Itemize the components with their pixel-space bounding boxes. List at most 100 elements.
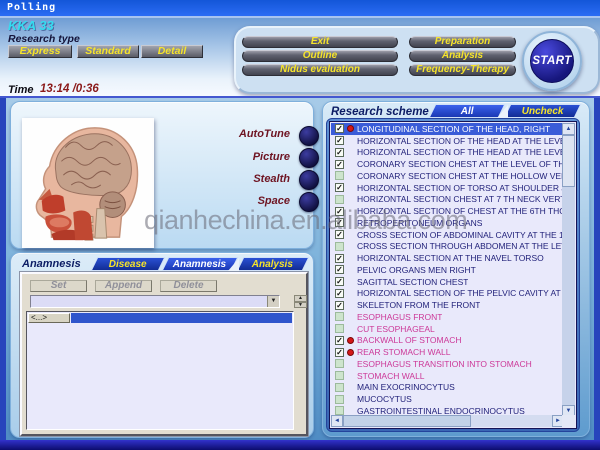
head-anatomy-image (22, 118, 154, 248)
checkbox-icon[interactable]: ✓ (335, 124, 344, 133)
research-item-label: HORIZONTAL SECTION CHEST AT 7 TH NECK VE… (357, 194, 564, 204)
tab-uncheck[interactable]: Uncheck (504, 104, 582, 118)
research-item-label: SAGITTAL SECTION CHEST (357, 277, 468, 287)
window-titlebar[interactable]: Polling (0, 0, 600, 16)
research-list-item[interactable]: CROSS SECTION THROUGH ABDOMEN AT THE LEV… (331, 241, 564, 253)
space-button[interactable] (299, 192, 319, 212)
stealth-button[interactable] (299, 170, 319, 190)
research-list-item[interactable]: ✓ CROSS SECTION OF ABDOMINAL CAVITY AT T… (331, 229, 564, 241)
window-bottom-edge (0, 440, 600, 450)
exit-button[interactable]: Exit (242, 36, 398, 48)
checkbox-icon[interactable] (335, 312, 344, 321)
frequency-therapy-button[interactable]: Frequency-Therapy (409, 64, 516, 76)
grid-header-cell[interactable]: <...> (28, 313, 70, 323)
research-list-item[interactable]: ✓ REAR STOMACH WALL (331, 346, 564, 358)
research-list-item[interactable]: ESOPHAGUS TRANSITION INTO STOMACH (331, 358, 564, 370)
anamnesis-panel: Set Append Delete ▼ ▲ ▼ <...> (20, 272, 308, 436)
checkbox-icon[interactable]: ✓ (335, 148, 344, 157)
horizontal-scroll-thumb[interactable] (343, 415, 471, 427)
analysis-button[interactable]: Analysis (409, 50, 516, 62)
research-list-item[interactable]: ✓ HORIZONTAL SECTION OF CHEST AT THE 6TH… (331, 205, 564, 217)
research-item-label: CUT ESOPHAGEAL (357, 324, 435, 334)
checkbox-icon[interactable]: ✓ (335, 289, 344, 298)
research-list-item[interactable]: ✓ SAGITTAL SECTION CHEST (331, 276, 564, 288)
checkbox-icon[interactable] (335, 371, 344, 380)
anamnesis-list[interactable]: <...> (26, 311, 294, 430)
research-list-item[interactable]: MAIN EXOCRINOCYTUS (331, 382, 564, 394)
research-list-item[interactable]: ✓ SKELETON FROM THE FRONT (331, 299, 564, 311)
preparation-button[interactable]: Preparation (409, 36, 516, 48)
research-list-item[interactable]: ✓ LONGITUDINAL SECTION OF THE HEAD, RIGH… (331, 123, 564, 135)
research-list-item[interactable]: MUCOCYTUS (331, 393, 564, 405)
checkbox-icon[interactable]: ✓ (335, 183, 344, 192)
anamnesis-selected-row[interactable] (71, 313, 292, 323)
horizontal-scrollbar[interactable]: ◄ ► (331, 415, 564, 427)
research-item-label: HORIZONTAL SECTION OF THE HEAD AT THE LE… (357, 136, 564, 146)
checkbox-icon[interactable] (335, 383, 344, 392)
research-list-item[interactable]: ✓ CORONARY SECTION CHEST AT THE LEVEL OF… (331, 158, 564, 170)
research-list-item[interactable]: ESOPHAGUS FRONT (331, 311, 564, 323)
start-button[interactable]: START (522, 31, 582, 91)
tab-all[interactable]: All (429, 104, 506, 118)
express-button[interactable]: Express (8, 45, 72, 58)
research-list-item[interactable]: ✓ HORIZONTAL SECTION AT THE NAVEL TORSO (331, 252, 564, 264)
checkbox-icon[interactable]: ✓ (335, 230, 344, 239)
checkbox-icon[interactable]: ✓ (335, 301, 344, 310)
checkbox-icon[interactable]: ✓ (335, 136, 344, 145)
research-item-label: HORIZONTAL SECTION AT THE NAVEL TORSO (357, 253, 544, 263)
research-item-label: CORONARY SECTION CHEST AT THE LEVEL OF T… (357, 159, 564, 169)
checkbox-icon[interactable] (335, 324, 344, 333)
research-item-label: CROSS SECTION OF ABDOMINAL CAVITY AT THE… (357, 230, 564, 240)
research-list-item[interactable]: HORIZONTAL SECTION CHEST AT 7 TH NECK VE… (331, 194, 564, 206)
research-list-item[interactable]: ✓ RETROPERITONEUM ORGANS (331, 217, 564, 229)
outline-button[interactable]: Outline (242, 50, 398, 62)
delete-button[interactable]: Delete (160, 280, 217, 292)
research-item-label: LONGITUDINAL SECTION OF THE HEAD, RIGHT (357, 124, 550, 134)
checkbox-icon[interactable]: ✓ (335, 277, 344, 286)
checkbox-icon[interactable] (335, 359, 344, 368)
detail-button[interactable]: Detail (141, 45, 203, 58)
vertical-scroll-thumb[interactable] (562, 135, 575, 187)
checkbox-icon[interactable] (335, 242, 344, 251)
research-list-item[interactable]: ✓ BACKWALL OF STOMACH (331, 335, 564, 347)
research-list-item[interactable]: CORONARY SECTION CHEST AT THE HOLLOW VEI… (331, 170, 564, 182)
autotune-button[interactable] (299, 126, 319, 146)
research-item-label: HORIZONTAL SECTION OF THE PELVIC CAVITY … (357, 288, 564, 298)
research-list-item[interactable]: STOMACH WALL (331, 370, 564, 382)
checkbox-icon[interactable]: ✓ (335, 218, 344, 227)
checkbox-icon[interactable]: ✓ (335, 160, 344, 169)
vertical-scrollbar[interactable]: ▲ ▼ (562, 123, 575, 417)
research-item-label: CROSS SECTION THROUGH ABDOMEN AT THE LEV… (357, 241, 564, 251)
scroll-left-icon[interactable]: ◄ (331, 415, 343, 427)
research-list-item[interactable]: ✓ PELVIC ORGANS MEN RIGHT (331, 264, 564, 276)
checkbox-icon[interactable]: ✓ (335, 265, 344, 274)
research-list-rows: ✓ LONGITUDINAL SECTION OF THE HEAD, RIGH… (331, 123, 564, 417)
tab-disease[interactable]: Disease (91, 257, 166, 271)
research-list-item[interactable]: ✓ HORIZONTAL SECTION OF THE HEAD AT THE … (331, 135, 564, 147)
checkbox-icon[interactable] (335, 195, 344, 204)
anamnesis-combobox[interactable]: ▼ (30, 295, 280, 308)
research-list-item[interactable]: ✓ HORIZONTAL SECTION OF THE PELVIC CAVIT… (331, 288, 564, 300)
scroll-up-icon[interactable]: ▲ (562, 123, 575, 135)
research-list-item[interactable]: CUT ESOPHAGEAL (331, 323, 564, 335)
checkbox-icon[interactable]: ✓ (335, 254, 344, 263)
checkbox-icon[interactable]: ✓ (335, 348, 344, 357)
set-button[interactable]: Set (30, 280, 87, 292)
nidus-evaluation-button[interactable]: Nidus evaluation (242, 64, 398, 76)
checkbox-icon[interactable] (335, 395, 344, 404)
picture-button[interactable] (299, 148, 319, 168)
spinner-down-icon[interactable]: ▼ (294, 302, 307, 309)
research-list-item[interactable]: ✓ HORIZONTAL SECTION OF THE HEAD AT THE … (331, 147, 564, 159)
tab-anamnesis[interactable]: Anamnesis (162, 257, 239, 271)
research-list-item[interactable]: ✓ HORIZONTAL SECTION OF TORSO AT SHOULDE… (331, 182, 564, 194)
checkbox-icon[interactable]: ✓ (335, 336, 344, 345)
research-item-label: PELVIC ORGANS MEN RIGHT (357, 265, 476, 275)
checkbox-icon[interactable]: ✓ (335, 207, 344, 216)
head-sagittal-illustration (22, 118, 152, 246)
tab-analysis[interactable]: Analysis (237, 257, 310, 271)
standard-button[interactable]: Standard (77, 45, 139, 58)
append-button[interactable]: Append (95, 280, 152, 292)
research-item-label: HORIZONTAL SECTION OF THE HEAD AT THE LE… (357, 147, 564, 157)
dropdown-arrow-icon[interactable]: ▼ (267, 296, 279, 307)
checkbox-icon[interactable] (335, 171, 344, 180)
